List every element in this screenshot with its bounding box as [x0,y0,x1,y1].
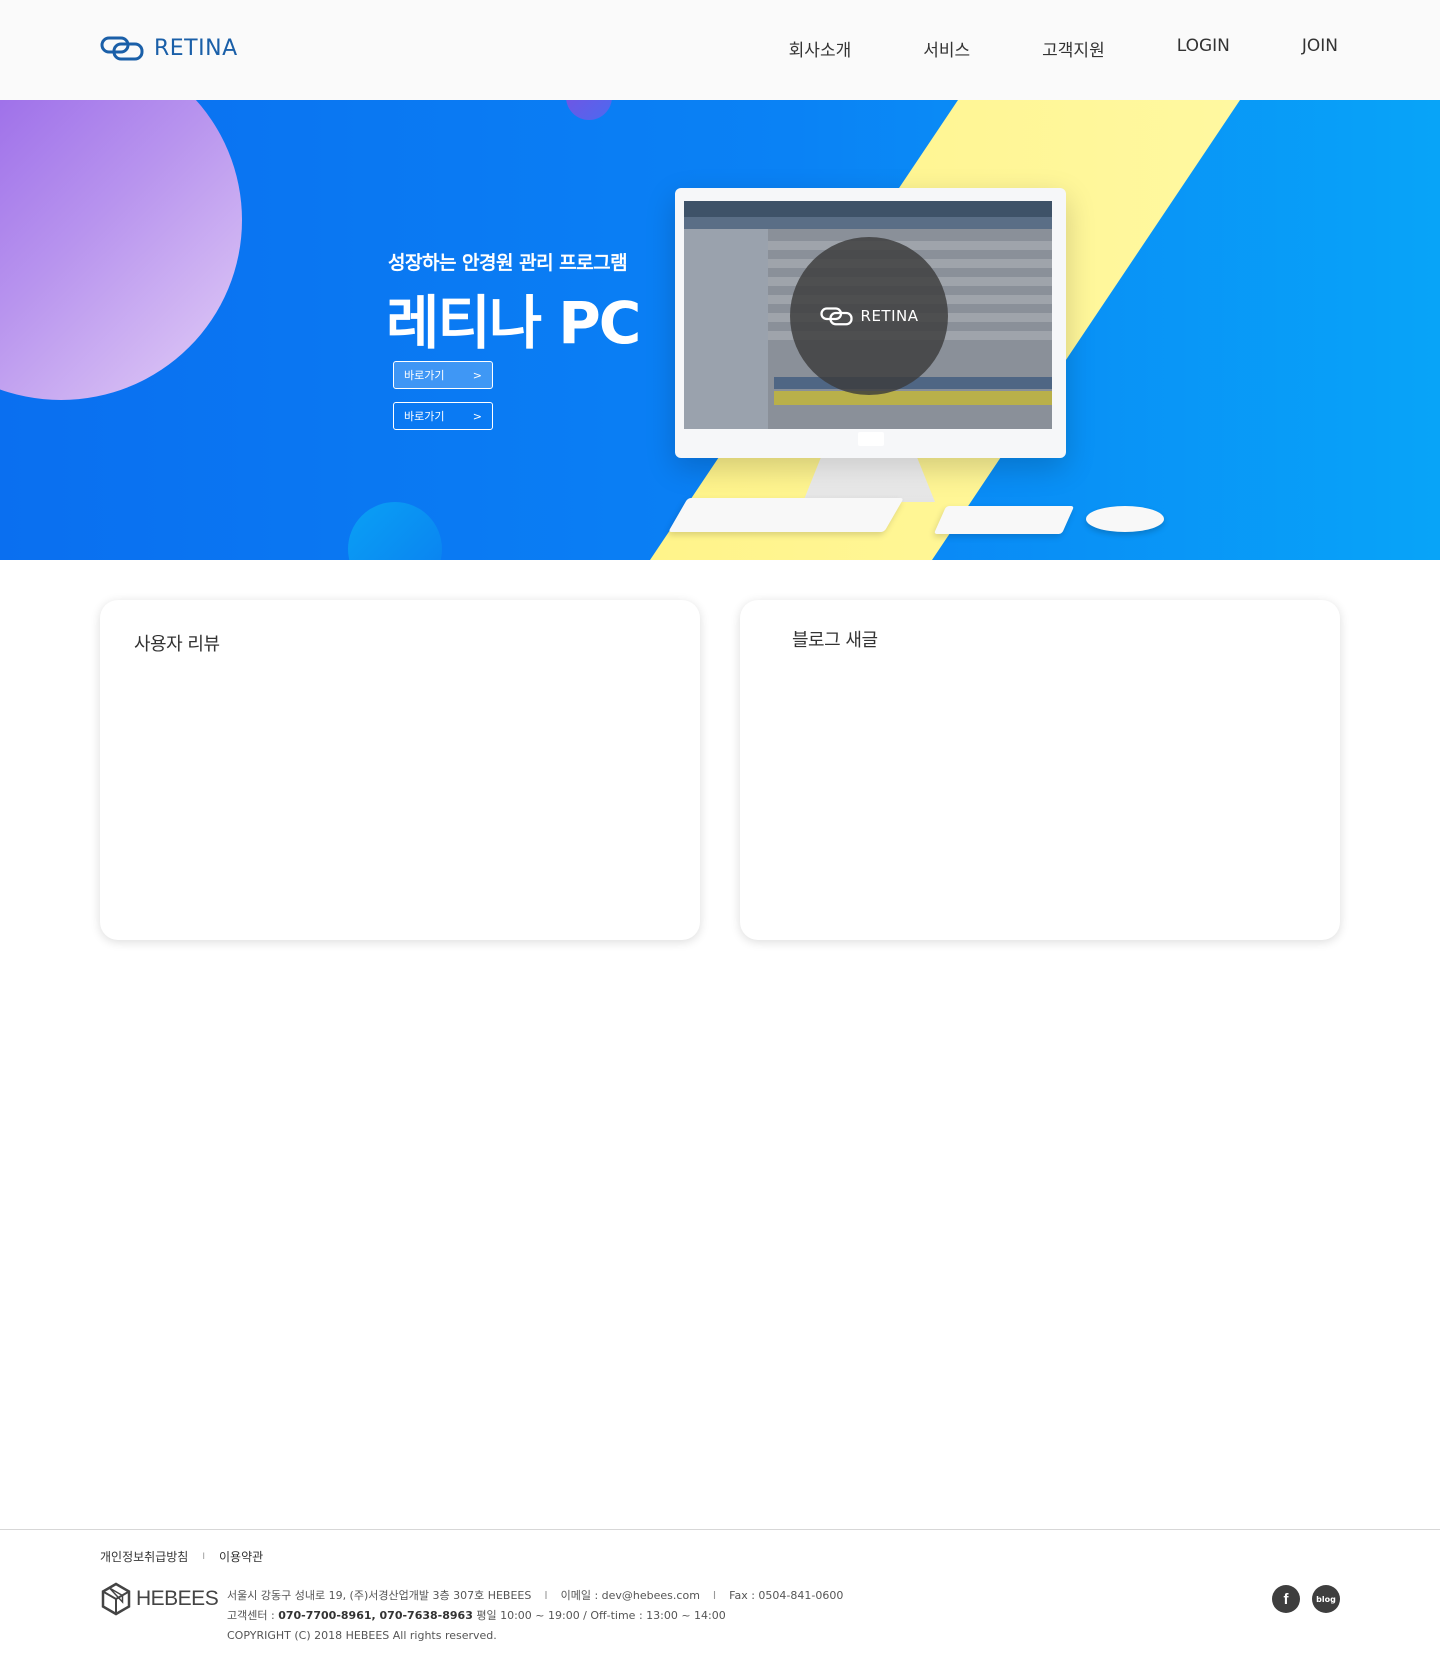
footer-separator: I [712,1589,717,1602]
hero-button-label: 바로가기 [404,410,445,423]
mouse-illustration [1086,506,1164,532]
footer-email: 이메일 : dev@hebees.com [560,1589,700,1602]
logo-text: RETINA [154,35,238,61]
terms-link[interactable]: 이용약관 [219,1548,263,1565]
hero-title: 레티나 PC [386,289,641,357]
monitor-illustration: RETINA [675,188,1066,458]
nav-join[interactable]: JOIN [1302,36,1338,61]
footer-cs-phones: 070-7700-8961, 070-7638-8963 [278,1609,473,1622]
footer-line-2: 고객센터 : 070-7700-8961, 070-7638-8963 평일 1… [227,1606,843,1626]
screen-highlight-row [774,391,1052,405]
main-nav: 회사소개 서비스 고객지원 LOGIN JOIN [789,36,1338,61]
hero-button-label: 바로가기 [404,369,445,382]
hero-button-secondary[interactable]: 바로가기 > [393,402,493,430]
privacy-policy-link[interactable]: 개인정보취급방침 [100,1548,188,1565]
monitor-screen: RETINA [684,201,1052,429]
hero-button-primary[interactable]: 바로가기 > [393,361,493,389]
screen-logo-badge: RETINA [790,237,948,395]
footer-separator: I [544,1589,548,1602]
nav-support[interactable]: 고객지원 [1042,36,1105,61]
monitor-stand [803,456,935,502]
nav-login[interactable]: LOGIN [1177,36,1230,61]
nav-service[interactable]: 서비스 [923,36,970,61]
screen-menubar [684,217,1052,229]
footer-cs-hours: 평일 10:00 ~ 19:00 / Off-time : 13:00 ~ 14… [472,1609,726,1622]
hero-banner: 성장하는 안경원 관리 프로그램 레티나 PC 바로가기 > 바로가기 > RE… [0,100,1440,560]
hebees-logo[interactable]: HEBEES [100,1582,219,1616]
monitor-chin [858,432,884,446]
footer-links: 개인정보취급방침 I 이용약관 [100,1548,263,1565]
footer-cs-label: 고객센터 : [227,1609,279,1622]
screen-sidebar [684,229,768,429]
keyboard-illustration [668,498,904,532]
chevron-right-icon: > [472,409,482,423]
trackpad-illustration [933,506,1075,534]
blog-icon[interactable]: blog [1312,1585,1340,1613]
header: RETINA 회사소개 서비스 고객지원 LOGIN JOIN [0,0,1440,100]
footer: 개인정보취급방침 I 이용약관 HEBEES 서울시 강동구 성내로 19, (… [0,1529,1440,1664]
footer-line-1: 서울시 강동구 성내로 19, (주)서경산업개발 3층 307호 HEBEES… [227,1586,843,1606]
glasses-icon [819,307,853,326]
screen-toolbar [684,201,1052,217]
cube-icon [101,1582,131,1616]
screen-logo-text: RETINA [860,307,919,325]
footer-copyright: COPYRIGHT (C) 2018 HEBEES All rights res… [227,1629,497,1642]
footer-company-info: 서울시 강동구 성내로 19, (주)서경산업개발 3층 307호 HEBEES… [227,1586,843,1646]
retina-logo[interactable]: RETINA [100,34,238,62]
footer-link-separator: I [202,1551,205,1562]
user-reviews-card: 사용자 리뷰 [100,600,700,940]
facebook-icon[interactable]: f [1272,1585,1300,1613]
chevron-right-icon: > [472,368,482,382]
user-reviews-title: 사용자 리뷰 [134,634,220,655]
blog-posts-title: 블로그 새글 [792,630,878,651]
footer-fax: Fax : 0504-841-0600 [729,1589,844,1602]
hero-subtitle: 성장하는 안경원 관리 프로그램 [388,252,628,274]
glasses-icon [100,36,144,61]
nav-company[interactable]: 회사소개 [789,36,852,61]
blog-posts-card: 블로그 새글 [740,600,1340,940]
footer-logo-text: HEBEES [136,1587,219,1610]
footer-address: 서울시 강동구 성내로 19, (주)서경산업개발 3층 307호 HEBEES [227,1589,532,1602]
